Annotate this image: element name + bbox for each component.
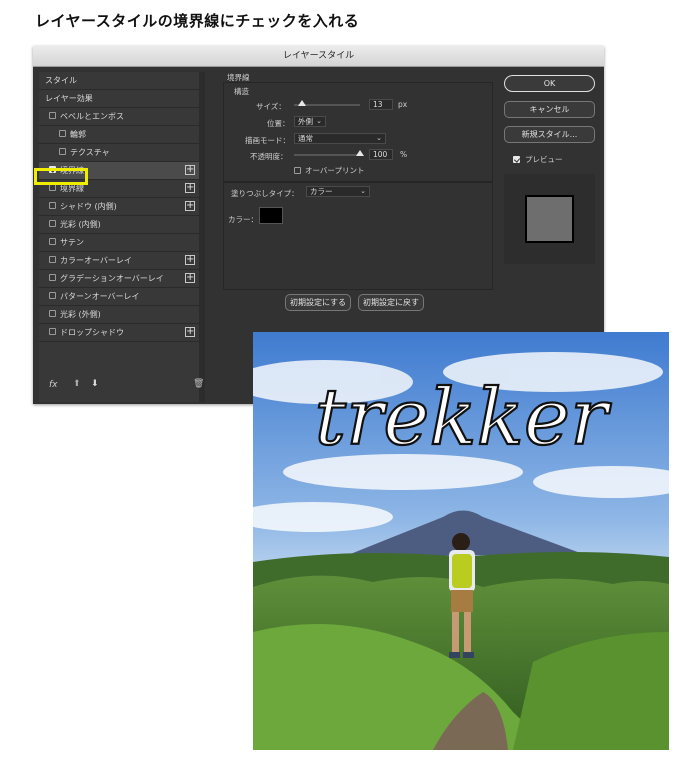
trekker-photo: trekker — [253, 332, 669, 750]
fill-section: 塗りつぶしタイプ： カラー ⌄ カラー： — [223, 182, 493, 290]
add-effect-icon[interactable]: + — [185, 165, 195, 175]
effects-footer: fx ⬆ ⬇ 🗑 — [39, 376, 204, 396]
styles-label: スタイル — [45, 76, 77, 85]
effect-label: サテン — [60, 238, 84, 247]
effect-checkbox[interactable] — [49, 184, 56, 191]
effect-checkbox[interactable] — [59, 148, 66, 155]
size-slider-thumb[interactable] — [297, 100, 306, 106]
effect-item[interactable]: テクスチャ — [39, 144, 199, 162]
effect-label: パターンオーバーレイ — [60, 292, 140, 301]
effect-label: ベベルとエンボス — [60, 112, 124, 121]
add-effect-icon[interactable]: + — [185, 183, 195, 193]
structure-section: 構造 サイズ： 13 px 位置： 外側 ⌄ 描画モード： 通常 ⌄ 不透明度：… — [223, 82, 493, 182]
cancel-button[interactable]: キャンセル — [504, 101, 595, 118]
style-preview-area — [504, 174, 595, 264]
stroke-color-swatch[interactable] — [259, 207, 283, 224]
preview-label: プレビュー — [525, 155, 563, 164]
arrow-up-icon[interactable]: ⬆ — [73, 379, 81, 389]
effect-checkbox[interactable] — [49, 328, 56, 335]
effect-checkbox[interactable] — [49, 202, 56, 209]
make-default-button[interactable]: 初期設定にする — [285, 294, 351, 311]
overprint-label: オーバープリント — [305, 166, 365, 175]
effect-checkbox[interactable] — [49, 112, 56, 119]
effect-item[interactable]: カラーオーバーレイ + — [39, 252, 199, 270]
opacity-input[interactable]: 100 — [369, 149, 393, 160]
effects-list-panel: スタイル レイヤー効果 ベベルとエンボス 輪郭 テクスチャ 境界線 + 境界線 + シャドウ … — [39, 72, 199, 402]
chevron-down-icon: ⌄ — [360, 187, 366, 195]
ok-button[interactable]: OK — [504, 75, 595, 92]
arrow-down-icon[interactable]: ⬇ — [91, 379, 99, 389]
style-preview-swatch — [525, 195, 574, 243]
effect-item[interactable]: ベベルとエンボス — [39, 108, 199, 126]
effect-item[interactable]: パターンオーバーレイ — [39, 288, 199, 306]
position-label: 位置： — [267, 119, 290, 128]
add-effect-icon[interactable]: + — [185, 201, 195, 211]
opacity-unit: % — [400, 150, 408, 159]
chevron-down-icon: ⌄ — [316, 117, 322, 125]
effect-checkbox[interactable] — [49, 310, 56, 317]
fill-type-value: カラー — [310, 187, 333, 196]
overprint-checkbox[interactable] — [294, 167, 301, 174]
effect-checkbox[interactable] — [49, 238, 56, 245]
trash-icon[interactable]: 🗑 — [193, 379, 204, 389]
effect-label: カラーオーバーレイ — [60, 256, 132, 265]
position-select[interactable]: 外側 ⌄ — [294, 116, 326, 127]
effect-label: グラデーションオーバーレイ — [60, 274, 164, 283]
size-unit: px — [398, 100, 408, 109]
effect-item[interactable]: 光彩 (外側) — [39, 306, 199, 324]
effect-label: 光彩 (内側) — [60, 220, 101, 229]
preview-checkbox[interactable] — [513, 156, 520, 163]
page-heading: レイヤースタイルの境界線にチェックを入れる — [35, 12, 360, 30]
effect-item[interactable]: サテン — [39, 234, 199, 252]
size-input[interactable]: 13 — [369, 99, 393, 110]
blend-mode-label: 描画モード： — [245, 136, 290, 145]
size-label: サイズ： — [256, 102, 286, 111]
blend-mode-value: 通常 — [298, 134, 313, 143]
opacity-slider[interactable] — [294, 154, 360, 156]
effect-checkbox[interactable] — [49, 292, 56, 299]
effect-label: 輪郭 — [70, 130, 86, 139]
effect-label: 光彩 (外側) — [60, 310, 101, 319]
fill-type-select[interactable]: カラー ⌄ — [306, 186, 370, 197]
effect-checkbox[interactable] — [49, 274, 56, 281]
effect-checkbox[interactable] — [49, 220, 56, 227]
add-effect-icon[interactable]: + — [185, 255, 195, 265]
color-label: カラー： — [228, 215, 258, 224]
effect-item[interactable]: シャドウ (内側) + — [39, 198, 199, 216]
effect-item[interactable]: 光彩 (内側) — [39, 216, 199, 234]
blend-mode-select[interactable]: 通常 ⌄ — [294, 133, 386, 144]
fill-type-label: 塗りつぶしタイプ： — [231, 189, 299, 198]
effect-label: テクスチャ — [70, 148, 110, 157]
structure-title: 構造 — [234, 87, 249, 96]
effect-item[interactable]: グラデーションオーバーレイ + — [39, 270, 199, 288]
new-style-button[interactable]: 新規スタイル... — [504, 126, 595, 143]
opacity-slider-thumb[interactable] — [356, 150, 364, 156]
trekker-text: trekker — [315, 373, 612, 463]
dialog-title: レイヤースタイル — [33, 46, 604, 67]
add-effect-icon[interactable]: + — [185, 327, 195, 337]
add-effect-icon[interactable]: + — [185, 273, 195, 283]
effect-label: シャドウ (内側) — [60, 202, 117, 211]
effect-checkbox[interactable] — [59, 130, 66, 137]
yellow-highlight-box — [34, 168, 88, 185]
layer-effects-item[interactable]: レイヤー効果 — [39, 90, 199, 108]
effect-label: ドロップシャドウ — [60, 328, 124, 337]
reset-to-default-button[interactable]: 初期設定に戻す — [358, 294, 424, 311]
effects-scrollbar[interactable] — [199, 72, 205, 402]
chevron-down-icon: ⌄ — [376, 134, 382, 142]
effect-item[interactable]: 輪郭 — [39, 126, 199, 144]
position-value: 外側 — [298, 117, 313, 126]
fx-icon[interactable]: fx — [49, 380, 58, 390]
layer-effects-label: レイヤー効果 — [45, 94, 93, 103]
effect-checkbox[interactable] — [49, 256, 56, 263]
opacity-label: 不透明度： — [250, 152, 288, 161]
photo-illustration: trekker — [253, 332, 669, 750]
styles-item[interactable]: スタイル — [39, 72, 199, 90]
effect-item[interactable]: ドロップシャドウ + — [39, 324, 199, 342]
